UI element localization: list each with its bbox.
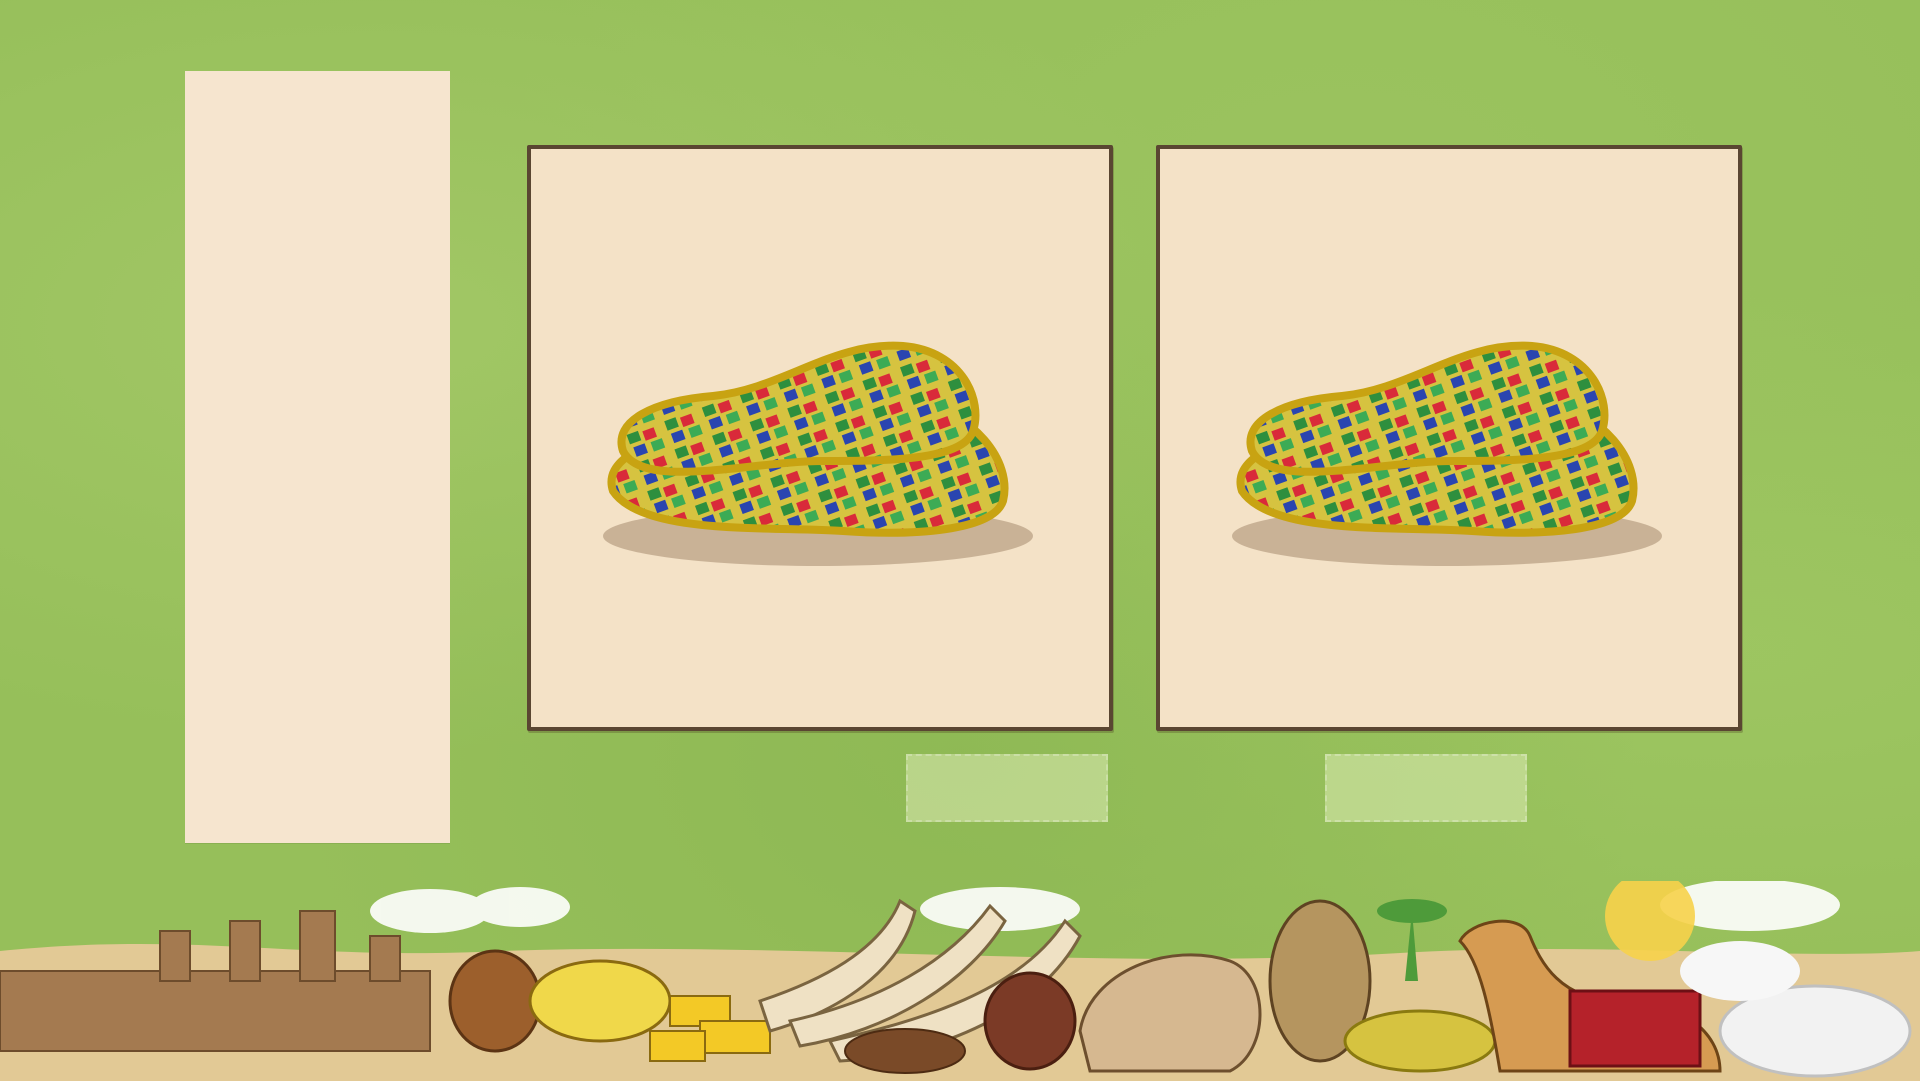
side-panel [185,71,450,843]
item-card-left[interactable] [527,145,1113,731]
shoes-icon [1343,1009,1497,1073]
mud-mosque-icon [0,910,431,1052]
answer-slot-right[interactable] [1325,754,1527,822]
sun-icon [1605,881,1695,961]
dates-bowl-icon [844,1028,966,1074]
patterned-shoes-icon [1232,341,1662,566]
gold-dust-bowl-icon [528,959,672,1043]
clay-pot-icon [448,949,542,1053]
clay-pot-icon [983,971,1077,1071]
item-card-right[interactable] [1156,145,1742,731]
market-footer-scene [0,881,1920,1081]
patterned-shoes-icon [603,341,1033,566]
answer-slot-left[interactable] [906,754,1108,822]
